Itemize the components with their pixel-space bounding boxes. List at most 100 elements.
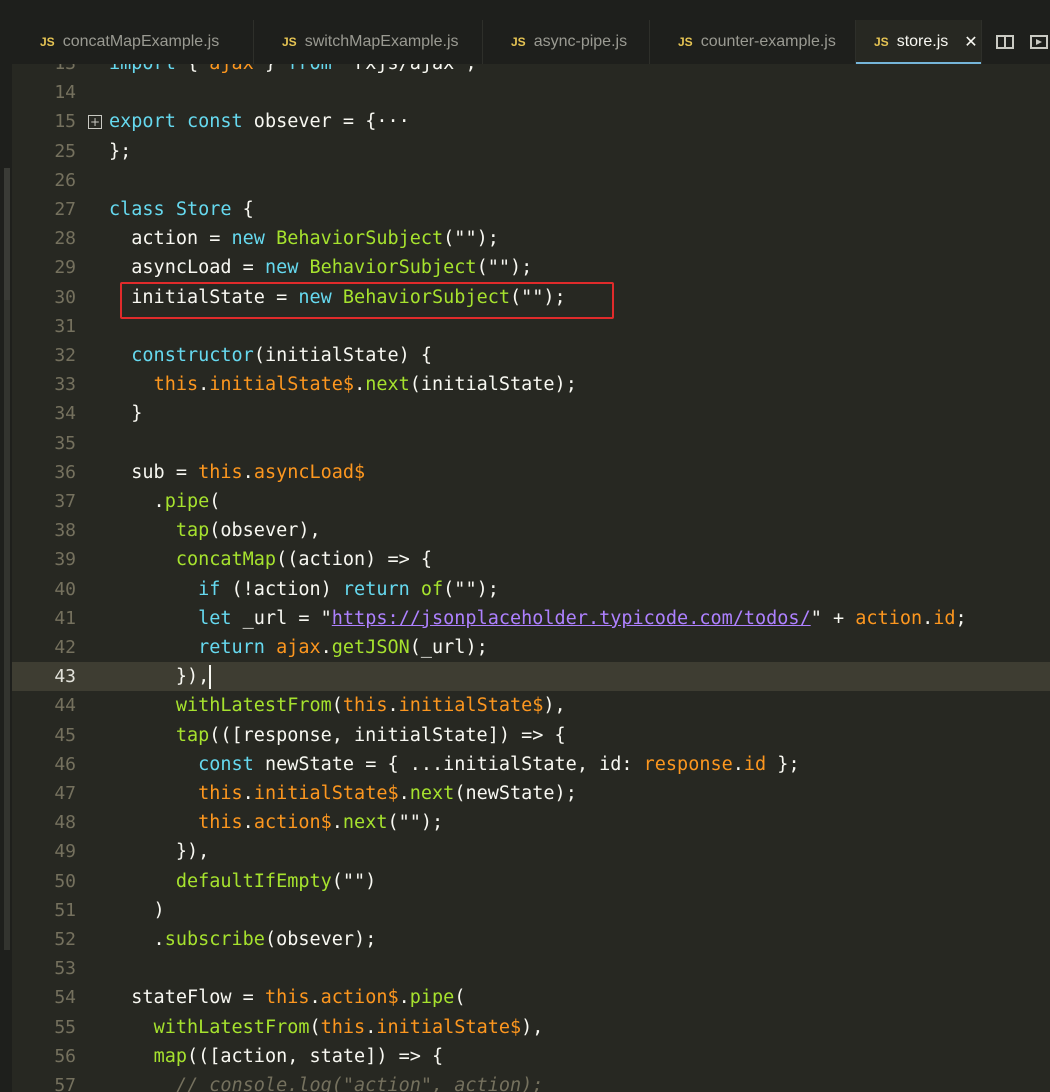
code-line[interactable]: 36 sub = this.asyncLoad$ — [12, 458, 1050, 487]
code-line[interactable]: 37 .pipe( — [12, 487, 1050, 516]
code-editor[interactable]: 13 import { ajax } from "rxjs/ajax"; 14 15 +… — [12, 64, 1050, 1092]
code-text: if (!action) return of(""); — [198, 578, 499, 600]
code-line[interactable]: 34 } — [12, 399, 1050, 428]
code-text: stateFlow = this.action$.pipe( — [109, 987, 466, 1009]
text-cursor — [209, 665, 212, 690]
code-line[interactable]: 54 stateFlow = this.action$.pipe( — [12, 983, 1050, 1012]
code-line[interactable]: 53 — [12, 954, 1050, 983]
line-number: 40 — [54, 578, 76, 600]
line-number: 57 — [54, 1075, 76, 1092]
js-file-icon: JS — [511, 35, 526, 49]
tab-label: async-pipe.js — [533, 33, 628, 50]
code-line[interactable]: 50 defaultIfEmpty("") — [12, 867, 1050, 896]
code-text: .pipe( — [109, 491, 221, 512]
code-text: constructor(initialState) { — [131, 345, 433, 366]
code-line[interactable]: 39 concatMap((action) => { — [12, 545, 1050, 574]
code-line[interactable]: 49 }), — [12, 837, 1050, 866]
code-line[interactable]: 15 + export const obsever = {··· — [12, 107, 1050, 136]
scroll-marker — [4, 300, 10, 950]
code-line[interactable]: 33 this.initialState$.next(initialState)… — [12, 370, 1050, 399]
line-number: 53 — [54, 958, 76, 980]
code-line[interactable]: 27 class Store { — [12, 195, 1050, 224]
code-text: const newState = { ...initialState, id: … — [198, 753, 800, 775]
code-line[interactable]: 43 }), — [12, 662, 1050, 692]
js-file-icon: JS — [874, 35, 889, 49]
left-edge-strip — [0, 0, 12, 1092]
code-line[interactable]: 25}; — [12, 137, 1050, 166]
line-number: 50 — [54, 870, 76, 892]
line-number: 49 — [54, 841, 76, 863]
line-number: 39 — [54, 549, 76, 571]
line-number: 34 — [54, 403, 76, 425]
line-number: 27 — [54, 199, 76, 220]
code-line[interactable]: 32 constructor(initialState) { — [12, 341, 1050, 370]
code-text: }; — [109, 140, 132, 162]
code-line[interactable]: 29 asyncLoad = new BehaviorSubject(""); — [12, 253, 1050, 282]
code-text: tap(obsever), — [175, 520, 321, 542]
tab-label: store.js — [896, 33, 949, 50]
code-line[interactable]: 48 this.action$.next(""); — [12, 808, 1050, 837]
code-line[interactable]: 56 map(([action, state]) => { — [12, 1042, 1050, 1071]
line-number: 13 — [12, 64, 76, 78]
line-number: 45 — [54, 724, 76, 746]
code-text: // console.log("action", action); — [109, 1075, 544, 1092]
tab-switchMapExample[interactable]: JS switchMapExample.js — [254, 20, 483, 64]
code-line[interactable]: 35 — [12, 429, 1050, 458]
tab-label: concatMapExample.js — [62, 33, 220, 50]
line-number: 31 — [54, 315, 76, 337]
code-line[interactable]: 42 return ajax.getJSON(_url); — [12, 633, 1050, 662]
title-area — [0, 0, 1050, 20]
code-line[interactable]: 57 // console.log("action", action); — [12, 1071, 1050, 1092]
tab-counter-example[interactable]: JS counter-example.js — [650, 20, 856, 64]
code-line[interactable]: 51 ) — [12, 896, 1050, 925]
code-text: } — [109, 403, 143, 425]
code-line[interactable]: 55 withLatestFrom(this.initialState$), — [12, 1013, 1050, 1042]
line-number: 46 — [54, 753, 76, 775]
code-text: withLatestFrom(this.initialState$), — [175, 695, 566, 717]
code-line[interactable]: 38 tap(obsever), — [12, 516, 1050, 545]
line-number: 54 — [54, 987, 76, 1009]
code-line[interactable]: 14 — [12, 78, 1050, 107]
code-line[interactable]: 46 const newState = { ...initialState, i… — [12, 750, 1050, 779]
code-text: this.initialState$.next(initialState); — [153, 374, 577, 396]
open-preview-icon[interactable] — [1030, 35, 1048, 49]
close-icon[interactable]: ✕ — [964, 32, 977, 52]
split-editor-icon[interactable] — [996, 35, 1014, 49]
code-line[interactable]: 13 import { ajax } from "rxjs/ajax"; — [12, 64, 1050, 78]
code-text: concatMap((action) => { — [175, 549, 433, 571]
code-line[interactable]: 26 — [12, 166, 1050, 195]
code-text: ) — [109, 899, 165, 921]
code-text: return ajax.getJSON(_url); — [198, 637, 488, 658]
tab-label: switchMapExample.js — [304, 33, 459, 50]
code-line[interactable]: 44 withLatestFrom(this.initialState$), — [12, 691, 1050, 720]
js-file-icon: JS — [678, 35, 693, 49]
tab-concatMapExample[interactable]: JS concatMapExample.js — [12, 20, 254, 64]
line-number: 38 — [54, 520, 76, 542]
code-text: map(([action, state]) => { — [153, 1045, 444, 1067]
code-line[interactable]: 41 let _url = "https://jsonplaceholder.t… — [12, 604, 1050, 633]
code-text: sub = this.asyncLoad$ — [109, 461, 366, 483]
line-number: 52 — [54, 929, 76, 950]
line-number: 42 — [54, 637, 76, 658]
code-text: class Store { — [109, 199, 254, 220]
line-number: 26 — [54, 169, 76, 191]
code-line[interactable]: 28 action = new BehaviorSubject(""); — [12, 224, 1050, 253]
tab-store[interactable]: JS store.js ✕ — [856, 20, 982, 64]
code-line[interactable]: 45 tap(([response, initialState]) => { — [12, 721, 1050, 750]
code-line[interactable]: 52 .subscribe(obsever); — [12, 925, 1050, 954]
code-text: defaultIfEmpty("") — [175, 870, 377, 892]
tab-async-pipe[interactable]: JS async-pipe.js — [483, 20, 650, 64]
code-text: action = new BehaviorSubject(""); — [109, 228, 499, 250]
code-line[interactable]: 40 if (!action) return of(""); — [12, 575, 1050, 604]
code-text: }), — [109, 665, 212, 690]
line-number: 36 — [54, 461, 76, 483]
fold-expand-icon[interactable]: + — [88, 115, 102, 130]
line-number: 28 — [54, 228, 76, 250]
editor-tab-bar: JS concatMapExample.js JS switchMapExamp… — [12, 20, 1050, 64]
line-number: 25 — [54, 140, 76, 162]
line-number: 41 — [54, 607, 76, 629]
line-number: 37 — [54, 491, 76, 512]
code-line[interactable]: 47 this.initialState$.next(newState); — [12, 779, 1050, 808]
line-number: 35 — [54, 432, 76, 454]
code-text: withLatestFrom(this.initialState$), — [153, 1016, 544, 1038]
